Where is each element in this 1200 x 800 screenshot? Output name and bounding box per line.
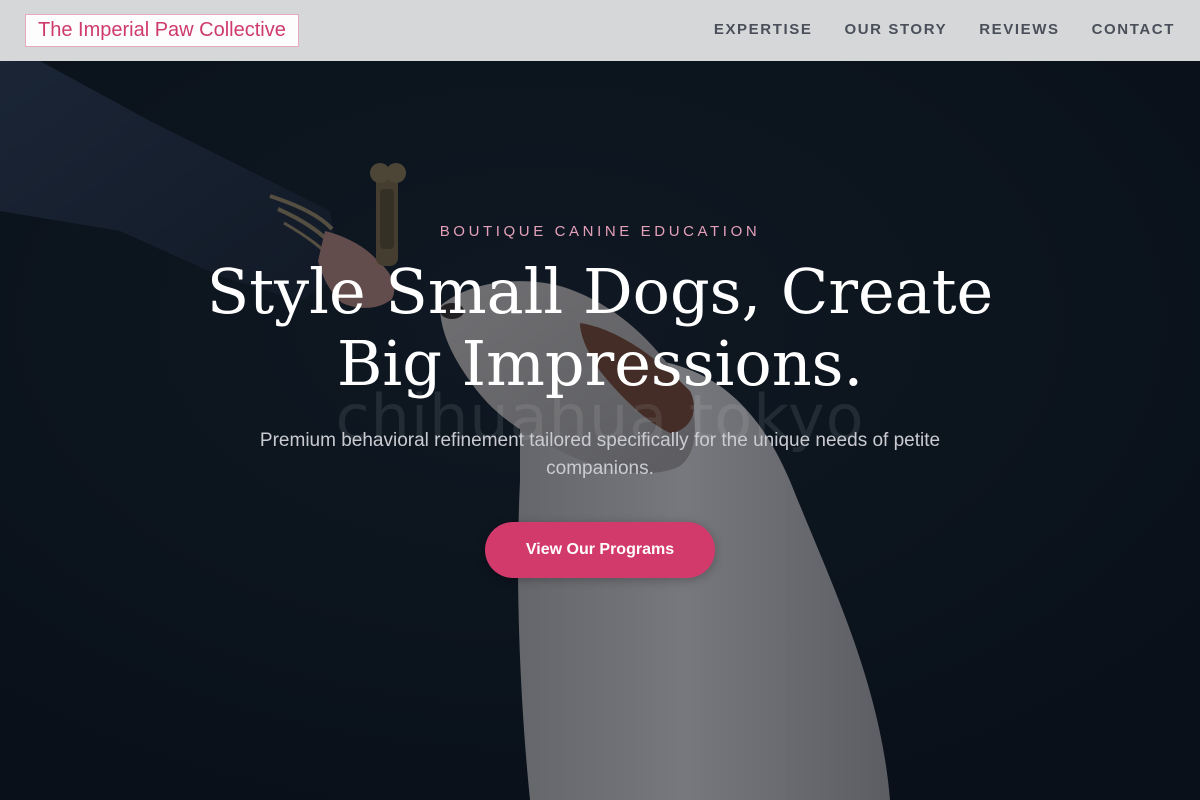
view-programs-button[interactable]: View Our Programs	[485, 522, 715, 578]
hero-title: Style Small Dogs, Create Big Impressions…	[150, 256, 1050, 400]
nav-link-our-story[interactable]: OUR STORY	[844, 21, 947, 38]
page: The Imperial Paw Collective EXPERTISE OU…	[0, 0, 1200, 800]
nav-link-contact[interactable]: CONTACT	[1092, 21, 1175, 38]
main-nav: EXPERTISE OUR STORY REVIEWS CONTACT	[682, 21, 1175, 38]
nav-link-expertise[interactable]: EXPERTISE	[714, 21, 813, 38]
hero-subtitle: Premium behavioral refinement tailored s…	[259, 430, 941, 479]
nav-link-reviews[interactable]: REVIEWS	[979, 21, 1059, 38]
brand-logo[interactable]: The Imperial Paw Collective	[25, 14, 299, 47]
hero-title-line1: Style Small Dogs, Create	[206, 255, 994, 328]
hero-section: chihuahua tokyo BOUTIQUE CANINE EDUCATIO…	[0, 61, 1200, 800]
site-header: The Imperial Paw Collective EXPERTISE OU…	[0, 0, 1200, 61]
hero-eyebrow: BOUTIQUE CANINE EDUCATION	[439, 223, 761, 240]
hero-title-line2: Big Impressions.	[336, 327, 864, 400]
